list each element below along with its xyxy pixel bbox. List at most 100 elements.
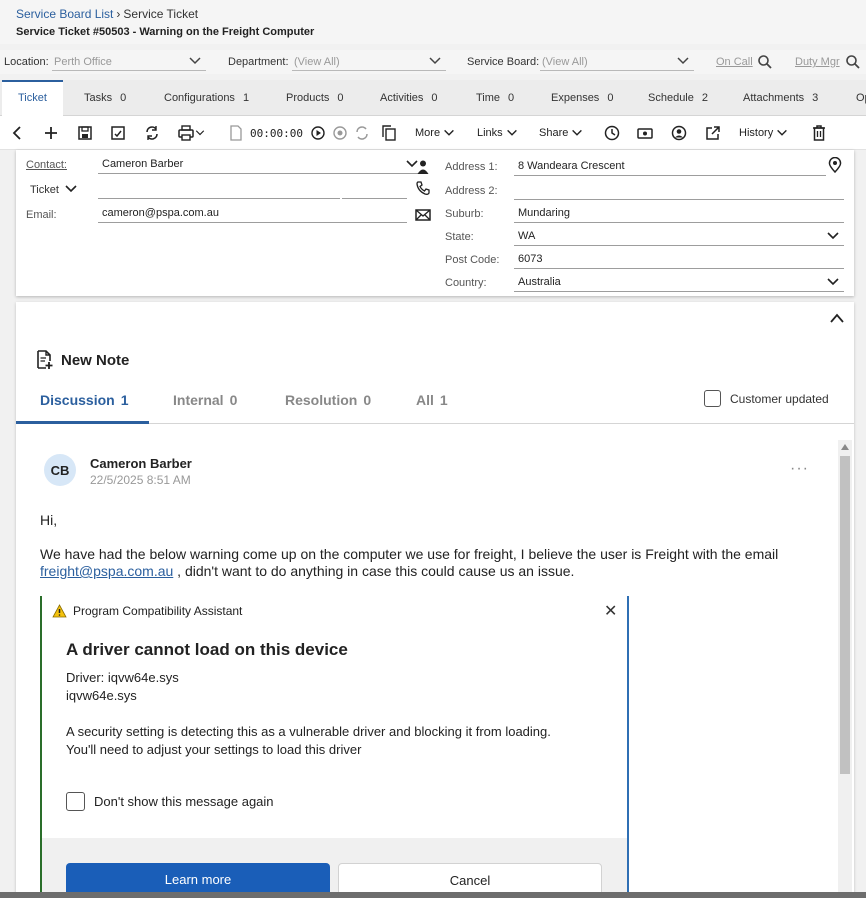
delete-button[interactable]: [811, 124, 827, 142]
note-author: Cameron Barber: [90, 456, 192, 471]
add-button[interactable]: [43, 124, 59, 142]
phone-extension-field[interactable]: [342, 179, 407, 199]
tab-tasks[interactable]: Tasks 0: [84, 80, 126, 116]
chevron-down-icon: [195, 130, 205, 136]
breadcrumb-service-board-list[interactable]: Service Board List: [16, 7, 113, 21]
tab-ticket[interactable]: Ticket: [2, 80, 63, 117]
header-bar: Service Board List › Service Ticket Servic…: [0, 0, 866, 44]
country-select[interactable]: Australia: [514, 272, 844, 292]
tab-resolution-label: Resolution: [285, 392, 358, 408]
contact-select[interactable]: Cameron Barber: [98, 154, 423, 174]
more-menu[interactable]: More: [415, 124, 456, 142]
note-body-line2-rest: , didn't want to do anything in case thi…: [173, 563, 575, 579]
contact-label[interactable]: Contact:: [26, 159, 67, 171]
chevron-down-icon: [677, 57, 689, 65]
location-select[interactable]: Perth Office: [52, 53, 206, 71]
tab-overflow[interactable]: Op: [856, 80, 866, 116]
ticket-toolbar: 00:00:00 More Links Share History: [0, 116, 866, 150]
links-menu[interactable]: Links: [477, 124, 519, 142]
search-icon[interactable]: [757, 54, 773, 70]
chevron-down-icon: [429, 57, 441, 65]
tab-time[interactable]: Time 0: [476, 80, 514, 116]
state-value: WA: [518, 230, 536, 242]
address1-label: Address 1:: [445, 161, 498, 173]
new-note-button[interactable]: New Note: [36, 350, 129, 370]
timer-log-button[interactable]: [228, 124, 244, 142]
timer-stop-button[interactable]: [332, 124, 348, 142]
postcode-field[interactable]: 6073: [514, 249, 844, 269]
print-button[interactable]: [178, 124, 206, 142]
tab-schedule[interactable]: Schedule 2: [648, 80, 708, 116]
phone-field[interactable]: [98, 179, 340, 199]
timer-reset-button[interactable]: [354, 124, 370, 142]
timer-play-button[interactable]: [310, 124, 326, 142]
open-external-button[interactable]: [705, 124, 721, 142]
note-list: CB Cameron Barber 22/5/2025 8:51 AM ··· …: [16, 440, 854, 898]
ticket-phone-type-label[interactable]: Ticket: [30, 184, 59, 196]
service-board-value: (View All): [542, 56, 588, 68]
dialog-message-line1: A security setting is detecting this as …: [66, 724, 551, 739]
tab-resolution[interactable]: Resolution 0: [285, 392, 371, 408]
contact-button[interactable]: [671, 124, 687, 142]
customer-updated-toggle[interactable]: Customer updated: [704, 390, 829, 407]
scrollbar-thumb[interactable]: [840, 456, 850, 774]
save-and-close-button[interactable]: [110, 124, 126, 142]
location-label: Location:: [4, 56, 49, 68]
duty-mgr-link[interactable]: Duty Mgr: [795, 56, 840, 68]
on-call-link[interactable]: On Call: [716, 56, 753, 68]
tab-tasks-label: Tasks: [84, 92, 113, 104]
more-options-icon[interactable]: ···: [790, 460, 809, 478]
history-label: History: [739, 127, 774, 139]
chevron-up-icon[interactable]: [829, 311, 845, 325]
history-menu[interactable]: History: [739, 124, 789, 142]
refresh-button[interactable]: [144, 124, 160, 142]
mail-icon[interactable]: [415, 207, 431, 223]
phone-icon[interactable]: [415, 180, 431, 196]
tab-tasks-count: 0: [120, 92, 127, 104]
map-pin-icon[interactable]: [827, 157, 843, 173]
service-board-select[interactable]: (View All): [540, 53, 694, 71]
tab-expenses[interactable]: Expenses 0: [551, 80, 613, 116]
share-menu[interactable]: Share: [539, 124, 584, 142]
dont-show-label: Don't show this message again: [94, 794, 274, 809]
address1-field[interactable]: 8 Wandeara Crescent: [514, 156, 826, 176]
chevron-down-icon: [444, 129, 454, 136]
driver-file: iqvw64e.sys: [66, 688, 137, 703]
tab-all[interactable]: All 1: [416, 392, 448, 408]
tab-activities[interactable]: Activities 0: [380, 80, 438, 116]
tab-attachments[interactable]: Attachments 3: [743, 80, 818, 116]
tab-configurations-count: 1: [242, 92, 250, 104]
back-button[interactable]: [10, 124, 26, 142]
embedded-screenshot: Program Compatibility Assistant ✕ A driv…: [40, 596, 629, 898]
time-entry-button[interactable]: [604, 124, 620, 142]
save-button[interactable]: [77, 124, 93, 142]
address2-field[interactable]: [514, 180, 844, 200]
person-icon[interactable]: [415, 159, 431, 175]
play-icon: [311, 126, 325, 140]
tab-products[interactable]: Products 0: [286, 80, 344, 116]
tab-resolution-count: 0: [363, 392, 372, 408]
expense-button[interactable]: [637, 124, 653, 142]
email-link[interactable]: freight@pspa.com.au: [40, 563, 173, 579]
address2-label: Address 2:: [445, 185, 498, 197]
tab-discussion[interactable]: Discussion 1: [40, 392, 129, 408]
email-field[interactable]: cameron@pspa.com.au: [98, 203, 407, 223]
department-select[interactable]: (View All): [292, 53, 446, 71]
chevron-down-icon: [777, 129, 788, 136]
state-select[interactable]: WA: [514, 226, 844, 246]
bottom-bar: [0, 892, 866, 898]
scrollbar[interactable]: [838, 440, 852, 898]
suburb-label: Suburb:: [445, 208, 484, 220]
search-icon[interactable]: [845, 54, 861, 70]
tab-configurations[interactable]: Configurations 1: [164, 80, 249, 116]
customer-updated-checkbox[interactable]: [704, 390, 721, 407]
postcode-value: 6073: [518, 253, 543, 265]
suburb-field[interactable]: Mundaring: [514, 203, 844, 223]
tab-internal[interactable]: Internal 0: [173, 392, 237, 408]
tab-configurations-label: Configurations: [164, 92, 235, 104]
copy-button[interactable]: [381, 124, 397, 142]
note-body-line2: freight@pspa.com.au , didn't want to do …: [40, 563, 574, 580]
tab-overflow-label: Op: [856, 92, 866, 104]
chevron-down-icon[interactable]: [64, 183, 78, 195]
scroll-up-icon[interactable]: [841, 444, 849, 450]
